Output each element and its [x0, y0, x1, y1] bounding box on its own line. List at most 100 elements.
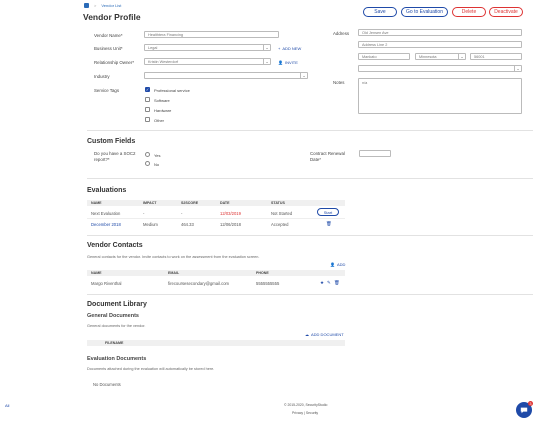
save-button[interactable]: Save	[363, 7, 397, 17]
contact-name: Margo Riventhal	[91, 281, 122, 286]
soc2-yes-radio[interactable]	[145, 152, 150, 157]
service-tag-label: Hardware	[154, 108, 172, 113]
breadcrumb-vendor-list[interactable]: Vendor List	[101, 3, 121, 8]
relationship-owner-value: Kristin Westerdorf	[148, 59, 179, 64]
column-header: STATUS	[271, 201, 285, 205]
contact-phone: 5555555555	[256, 281, 280, 286]
chat-badge: 3	[528, 401, 533, 406]
vendor-contacts-description: General contacts for the vendor. Invite …	[87, 255, 260, 259]
row-divider	[87, 218, 345, 219]
relationship-owner-select[interactable]: Kristin Westerdorf ⌄	[144, 58, 271, 65]
edit-icon[interactable]: ✎	[327, 280, 331, 286]
breadcrumb: > Vendor List	[84, 3, 121, 8]
chevron-down-icon: ⌄	[263, 45, 270, 50]
soc2-no-radio[interactable]	[145, 161, 150, 166]
document-library-title: Document Library	[87, 301, 147, 308]
service-tags-label: Service Tags	[94, 88, 120, 93]
invite-owner-button[interactable]: 👤 INVITE	[278, 60, 298, 65]
contract-renewal-label: Contract Renewal Date*	[310, 151, 345, 162]
evaluation-score: 464.33	[181, 222, 194, 227]
business-unit-value: Legal	[148, 45, 158, 50]
address-line2-input[interactable]: Address Line 2	[358, 41, 522, 48]
evaluation-impact: Medium	[143, 222, 158, 227]
invite-label: INVITE	[284, 60, 298, 65]
column-header: NAME	[91, 271, 102, 275]
soc2-no-label: No	[154, 162, 160, 167]
deactivate-button[interactable]: Deactivate	[489, 7, 523, 17]
start-evaluation-button[interactable]: Start	[317, 208, 339, 216]
section-divider	[87, 178, 533, 179]
section-divider	[87, 130, 533, 131]
footer-copyright: © 2015-2020, SecurityStudio	[284, 403, 328, 407]
industry-label: Industry	[94, 74, 110, 79]
contract-renewal-date-input[interactable]	[359, 150, 391, 157]
add-new-label: ADD NEW	[282, 46, 302, 51]
user-plus-icon: 👤	[278, 60, 283, 65]
city-input[interactable]: Mankato	[358, 53, 410, 60]
go-to-evaluation-button[interactable]: Go to Evaluation	[401, 7, 448, 17]
vendor-name-input[interactable]: Healthtera Financing	[144, 31, 279, 38]
service-tag-label: Software	[154, 98, 170, 103]
evaluation-name: Next Evaluation	[91, 211, 121, 216]
add-document-button[interactable]: ☁ ADD DOCUMENT	[305, 332, 344, 337]
general-documents-description: General documents for the vendor.	[87, 324, 146, 328]
user-plus-icon: 👤	[330, 262, 335, 267]
contacts-table-header	[87, 270, 345, 276]
column-header: S2SCORE	[181, 201, 199, 205]
evaluation-status: Not Started	[271, 211, 293, 216]
home-icon[interactable]	[84, 3, 89, 8]
no-documents-text: No Documents	[93, 382, 121, 387]
business-unit-select[interactable]: Legal ⌄	[144, 44, 271, 51]
service-tag-software-checkbox[interactable]	[145, 97, 150, 102]
left-sidebar-link[interactable]: All	[5, 403, 9, 408]
delete-button[interactable]: Delete	[452, 7, 486, 17]
zip-input[interactable]: 56001	[470, 53, 522, 60]
soc2-yes-label: Yes	[154, 153, 161, 158]
add-contact-button[interactable]: 👤 ADD	[330, 262, 345, 267]
column-header: PHONE	[256, 271, 269, 275]
custom-fields-title: Custom Fields	[87, 138, 136, 145]
address-line1-input[interactable]: Old Jensen Ave	[358, 29, 522, 36]
state-value: Minnesota	[419, 54, 437, 59]
country-select[interactable]: ⌄	[358, 65, 522, 72]
chat-button[interactable]: 3	[516, 401, 533, 418]
trash-icon[interactable]: 🗑	[334, 280, 340, 286]
chevron-down-icon: ⌄	[263, 59, 270, 64]
column-header: DATE	[220, 201, 230, 205]
business-unit-label: Business Unit*	[94, 46, 123, 51]
trash-icon[interactable]: 🗑	[326, 221, 332, 227]
column-header: FILENAME	[105, 341, 124, 345]
notes-textarea[interactable]: n/a	[358, 78, 522, 114]
add-new-business-unit-button[interactable]: + ADD NEW	[278, 46, 301, 51]
star-icon[interactable]: ★	[320, 280, 324, 286]
evaluation-documents-title: Evaluation Documents	[87, 356, 147, 362]
footer-privacy-links[interactable]: Privacy | Security	[292, 411, 318, 415]
service-tag-label: Other	[154, 118, 165, 123]
evaluation-impact: -	[143, 211, 145, 216]
evaluation-name-link[interactable]: December 2018	[91, 222, 121, 227]
column-header: EMAIL	[168, 271, 180, 275]
evaluation-documents-description: Documents attached during the evaluation…	[87, 367, 215, 371]
address-label: Address	[333, 31, 350, 36]
evaluations-table-header	[87, 200, 345, 206]
add-contact-label: ADD	[336, 262, 346, 267]
general-documents-title: General Documents	[87, 313, 139, 319]
service-tag-hardware-checkbox[interactable]	[145, 107, 150, 112]
industry-select[interactable]: ⌄	[144, 72, 308, 79]
section-divider	[87, 294, 533, 295]
contact-email: firecoursesecondary@gmail.com	[168, 281, 230, 286]
add-document-label: ADD DOCUMENT	[311, 332, 344, 337]
plus-icon: +	[278, 46, 281, 51]
column-header: NAME	[91, 201, 102, 205]
vendor-contacts-title: Vendor Contacts	[87, 242, 143, 249]
notes-label: Notes	[333, 80, 345, 85]
service-tag-professional-checkbox[interactable]: ✓	[145, 87, 150, 92]
service-tag-other-checkbox[interactable]	[145, 117, 150, 122]
page-title: Vendor Profile	[83, 12, 141, 22]
evaluation-score: -	[181, 211, 183, 216]
vendor-name-label: Vendor Name*	[94, 33, 123, 38]
evaluation-date: 12/06/2018	[220, 222, 241, 227]
relationship-owner-label: Relationship Owner*	[94, 60, 135, 65]
column-header: IMPACT	[143, 201, 157, 205]
state-select[interactable]: Minnesota ⌄	[415, 53, 466, 60]
